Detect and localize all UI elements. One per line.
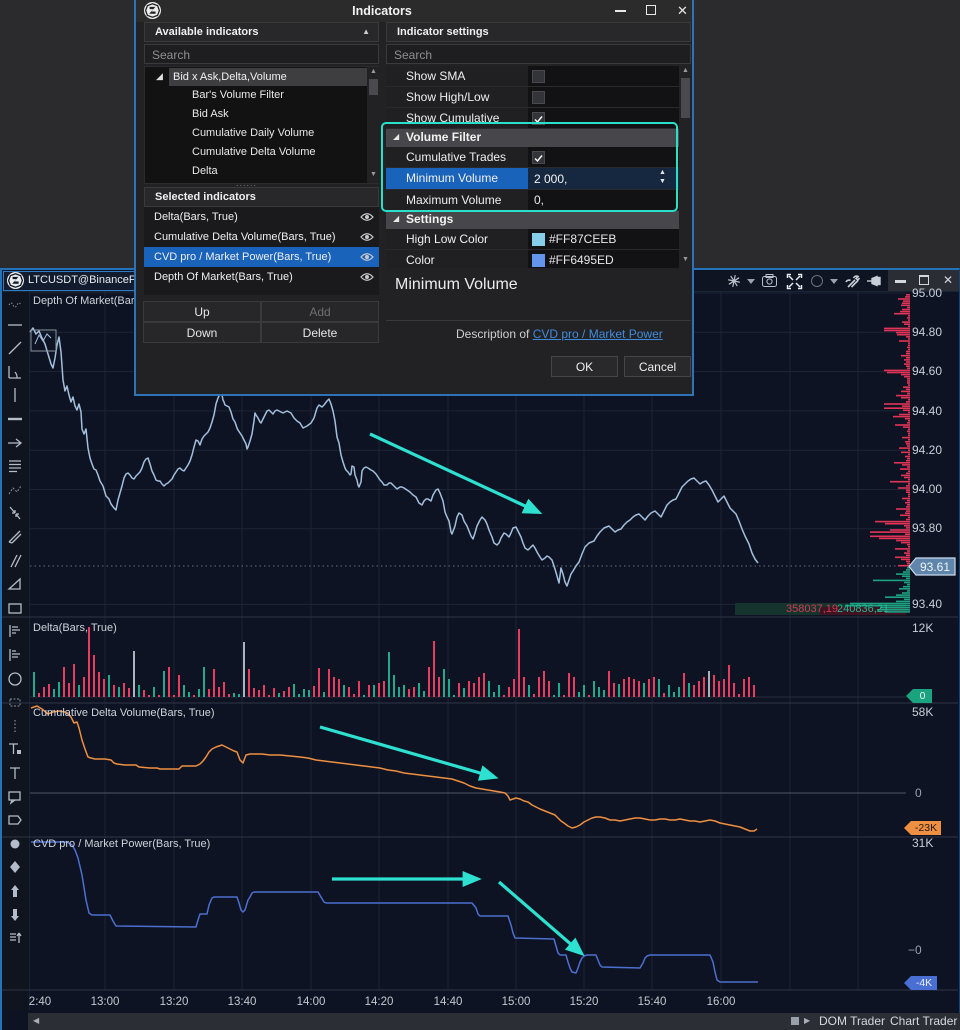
svg-text:240836,21: 240836,21 bbox=[837, 603, 889, 615]
svg-text:358037,19: 358037,19 bbox=[786, 603, 838, 615]
svg-text:93.61: 93.61 bbox=[920, 560, 950, 574]
